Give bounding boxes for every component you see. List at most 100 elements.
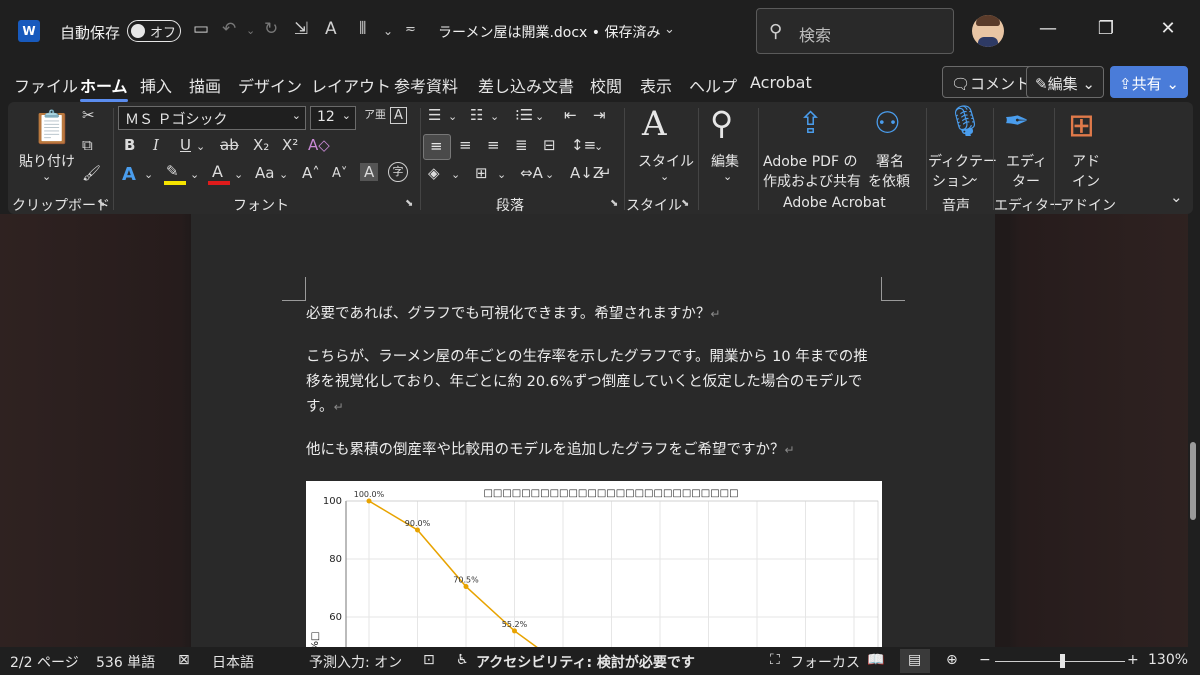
dictate-label-2[interactable]: ション xyxy=(932,171,974,191)
paste-icon[interactable]: 📋 xyxy=(32,108,72,146)
save-icon[interactable]: ▭ xyxy=(193,19,209,39)
clipboard-launcher-icon[interactable]: ⬊ xyxy=(97,198,105,209)
addins-label-2[interactable]: イン xyxy=(1072,171,1100,191)
tab-home[interactable]: ホーム xyxy=(80,73,128,102)
scrollbar-thumb[interactable] xyxy=(1190,442,1196,520)
restore-icon[interactable]: ❐ xyxy=(1094,18,1118,39)
microphone-icon[interactable]: 🎙 xyxy=(946,104,984,139)
borders-icon[interactable]: ⊞ xyxy=(475,164,488,182)
line-spacing-dropdown-icon[interactable]: ⌄ xyxy=(594,140,603,153)
copy-icon[interactable]: ⧉ xyxy=(82,136,93,154)
italic-icon[interactable]: I xyxy=(153,136,159,154)
paragraph-launcher-icon[interactable]: ⬊ xyxy=(610,198,618,209)
strikethrough-icon[interactable]: ab xyxy=(220,136,239,154)
distributed-icon[interactable]: ⊟ xyxy=(543,136,556,154)
text-effects-icon[interactable]: A xyxy=(122,164,136,185)
justify-icon[interactable]: ≣ xyxy=(515,136,528,154)
title-chevron-down-icon[interactable]: ⌄ xyxy=(664,22,675,37)
embedded-chart-image[interactable]: □□□□□□□□□□□□□□□□□□□□□□□□□□□ 60 80 100 %□ 100.… xyxy=(306,481,882,647)
tab-file[interactable]: ファイル xyxy=(14,73,78,97)
highlight-icon[interactable]: ✎ xyxy=(166,162,179,180)
document-page[interactable]: 必要であれば、グラフでも可視化できます。希望されますか？↵ こちらが、ラーメン屋… xyxy=(191,214,995,647)
text-predictions[interactable]: 予測入力: オン xyxy=(309,652,402,672)
undo-dropdown-icon[interactable]: ⌄ xyxy=(246,24,255,37)
clear-formatting-icon[interactable]: A◇ xyxy=(308,136,330,154)
editor-pen-icon[interactable]: ✒ xyxy=(1004,104,1029,139)
tab-draw[interactable]: 描画 xyxy=(189,73,221,97)
grow-font-icon[interactable]: A˄ xyxy=(302,164,320,182)
change-case-dropdown-icon[interactable]: ⌄ xyxy=(279,168,288,181)
subscript-icon[interactable]: X₂ xyxy=(253,136,269,154)
create-pdf-label-2[interactable]: 作成および共有 xyxy=(763,171,861,191)
accessibility-icon[interactable]: ♿ xyxy=(456,652,469,668)
ribbon-collapse-icon[interactable]: ⌄ xyxy=(1170,188,1183,206)
focus-icon[interactable]: ⛶ xyxy=(770,652,780,668)
cut-icon[interactable]: ✂ xyxy=(82,106,95,124)
draw-with-touch-icon[interactable]: ⇲ xyxy=(294,19,308,39)
font-name-select[interactable]: ＭＳ Ｐゴシック ⌄ xyxy=(118,106,306,130)
request-signature-label-2[interactable]: を依頼 xyxy=(868,171,910,191)
phonetic-guide-icon[interactable]: ア亜 xyxy=(364,106,386,122)
tab-design[interactable]: デザイン xyxy=(238,73,302,97)
tab-help[interactable]: ヘルプ xyxy=(689,73,737,97)
language[interactable]: 日本語 xyxy=(212,652,254,672)
macro-icon[interactable]: ⊡ xyxy=(423,652,435,668)
customize-toolbar-icon[interactable]: ≂ xyxy=(405,22,416,37)
share-button[interactable]: ⇪共有 ⌄ xyxy=(1110,66,1188,98)
shading-dropdown-icon[interactable]: ⌄ xyxy=(451,168,460,181)
change-case-icon[interactable]: Aa xyxy=(255,164,274,182)
paragraph[interactable]: こちらが、ラーメン屋の年ごとの生存率を示したグラフです。開業から 10 年までの… xyxy=(306,345,881,420)
tab-view[interactable]: 表示 xyxy=(640,73,672,97)
font-color-dropdown-icon[interactable]: ⌄ xyxy=(234,168,243,181)
character-border-icon[interactable]: A xyxy=(390,107,407,124)
multilevel-dropdown-icon[interactable]: ⌄ xyxy=(535,110,544,123)
styles-dropdown-icon[interactable]: ⌄ xyxy=(660,170,669,183)
paste-button-label[interactable]: 貼り付け xyxy=(19,151,75,171)
tab-layout[interactable]: レイアウト xyxy=(311,73,391,97)
numbering-icon[interactable]: ☷ xyxy=(470,106,483,124)
focus-mode[interactable]: フォーカス xyxy=(790,652,860,672)
document-title[interactable]: ラーメン屋は開業.docx • 保存済み xyxy=(438,22,660,42)
zoom-out-button[interactable]: − xyxy=(979,652,991,668)
zoom-slider-thumb[interactable] xyxy=(1060,654,1065,668)
increase-indent-icon[interactable]: ⇥ xyxy=(593,106,606,124)
dictate-label-1[interactable]: ディクテー xyxy=(928,151,997,171)
zoom-in-button[interactable]: + xyxy=(1127,652,1139,668)
font-size-select[interactable]: 12 ⌄ xyxy=(310,106,356,130)
addins-icon[interactable]: ⊞ xyxy=(1068,106,1095,144)
decrease-indent-icon[interactable]: ⇤ xyxy=(564,106,577,124)
redo-icon[interactable]: ↻ xyxy=(264,19,278,39)
bold-icon[interactable]: B xyxy=(124,136,135,154)
character-shading-icon[interactable]: A xyxy=(360,163,379,181)
create-pdf-label-1[interactable]: Adobe PDF の xyxy=(763,151,857,171)
editing-dropdown-icon[interactable]: ⌄ xyxy=(723,170,732,183)
editor-label-2[interactable]: ター xyxy=(1012,171,1040,191)
styles-launcher-icon[interactable]: ⬊ xyxy=(681,198,689,209)
enclose-characters-icon[interactable]: 字 xyxy=(388,162,408,182)
web-layout-icon[interactable]: ⊕ xyxy=(946,652,958,668)
close-icon[interactable]: ✕ xyxy=(1156,18,1180,39)
addins-label-1[interactable]: アド xyxy=(1072,151,1100,171)
editor-label-1[interactable]: エディ xyxy=(1006,151,1047,171)
comment-button[interactable]: 🗨コメント xyxy=(942,66,1040,98)
align-center-icon[interactable]: ≡ xyxy=(459,136,472,154)
paragraph[interactable]: 必要であれば、グラフでも可視化できます。希望されますか？↵ xyxy=(306,302,881,327)
align-right-icon[interactable]: ≡ xyxy=(487,136,500,154)
accessibility-status[interactable]: アクセシビリティ: 検討が必要です xyxy=(476,652,695,672)
underline-icon[interactable]: U xyxy=(180,136,191,154)
tab-acrobat[interactable]: Acrobat xyxy=(750,73,812,92)
styles-button-label[interactable]: スタイル xyxy=(638,151,694,171)
borders-dropdown-icon[interactable]: ⌄ xyxy=(497,168,506,181)
autosave-toggle[interactable]: オフ xyxy=(127,20,181,42)
undo-icon[interactable]: ↶ xyxy=(222,19,236,39)
text-effects-dropdown-icon[interactable]: ⌄ xyxy=(144,168,153,181)
shading-icon[interactable]: ◈ xyxy=(428,164,440,182)
editing-search-icon[interactable]: ⚲ xyxy=(710,104,733,142)
tab-mailings[interactable]: 差し込み文書 xyxy=(478,73,574,97)
format-painter-icon[interactable]: 🖌 xyxy=(82,164,101,182)
tab-review[interactable]: 校閲 xyxy=(590,73,622,97)
asian-layout-dropdown-icon[interactable]: ⌄ xyxy=(545,168,554,181)
proofing-icon[interactable]: ⊠ xyxy=(178,652,190,668)
font-launcher-icon[interactable]: ⬊ xyxy=(405,198,413,209)
vertical-scrollbar[interactable] xyxy=(1188,214,1200,647)
